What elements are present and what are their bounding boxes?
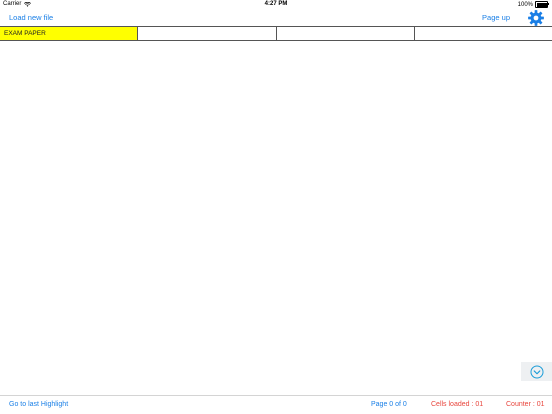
cells-loaded-status: Cells loaded : 01 [431,401,484,408]
bottom-toolbar: Go to last Highlight Page 0 of 0 Cells l… [0,395,552,414]
status-time: 4:27 PM [264,1,288,7]
gear-icon[interactable] [527,9,545,27]
scroll-down-button[interactable] [521,362,552,381]
chevron-down-circle-icon [529,364,544,379]
page-up-button[interactable]: Page up [482,13,510,22]
counter-status: Counter : 01 [506,401,545,408]
nav-bar: Load new file Page up [0,9,552,26]
app-window: Carrier 4:27 PM 100% Load new file Page … [0,0,552,414]
battery-icon [535,1,549,8]
page-indicator: Page 0 of 0 [371,401,407,408]
status-right: 100% [517,1,549,8]
cell-1[interactable]: EXAM PAPER [0,27,139,40]
battery-percentage: 100% [517,1,533,8]
go-to-last-highlight-button[interactable]: Go to last Highlight [9,401,68,408]
cells-row: EXAM PAPER [0,26,552,41]
cell-2[interactable] [138,27,277,40]
status-bar: Carrier 4:27 PM 100% [0,0,552,9]
load-new-file-button[interactable]: Load new file [9,13,53,22]
cell-4[interactable] [415,27,552,40]
cell-3[interactable] [277,27,415,40]
